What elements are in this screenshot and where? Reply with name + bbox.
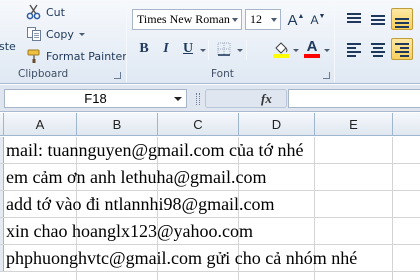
spreadsheet-grid: A B C D E mail: tuannguyen@gmail.com của… (0, 113, 420, 280)
format-painter-button[interactable]: Format Painter (26, 47, 127, 65)
bold-button[interactable]: B (133, 38, 155, 60)
column-header-b[interactable]: B (77, 113, 158, 136)
format-painter-label: Format Painter (46, 49, 127, 63)
bold-icon: B (139, 41, 149, 56)
font-name-combo[interactable]: Times New Roman (132, 9, 242, 30)
borders-button[interactable] (213, 38, 235, 60)
name-box-resize-handle[interactable] (196, 93, 200, 105)
table-row: em cảm ơn anh lethuha@gmail.com (0, 164, 420, 191)
align-left-button[interactable] (343, 38, 365, 60)
align-bottom-button[interactable] (391, 8, 413, 30)
italic-button[interactable]: I (155, 38, 177, 60)
insert-function-button[interactable]: fx (261, 91, 272, 107)
table-row: add tớ vào đi ntlannhi98@gmail.com (0, 191, 420, 218)
font-color-dropdown-icon[interactable] (324, 49, 330, 52)
align-top-button[interactable] (343, 8, 365, 30)
table-row: xin chao hoanglx123@yahoo.com (0, 218, 420, 245)
italic-icon: I (163, 41, 169, 56)
shrink-font-button[interactable]: A ▼ (307, 9, 329, 31)
formula-bar-controls (205, 89, 287, 108)
row-header[interactable] (0, 137, 4, 163)
clipboard-launcher-icon[interactable] (114, 72, 121, 79)
align-middle-button[interactable] (367, 8, 389, 30)
font-name-dropdown-icon (232, 18, 238, 22)
grow-font-icon: A (287, 11, 298, 29)
formula-input[interactable] (288, 89, 420, 108)
font-size-dropdown-icon (271, 18, 277, 22)
borders-dropdown-icon[interactable] (237, 49, 243, 52)
name-box[interactable]: F18 (4, 89, 187, 108)
underline-button[interactable]: U (177, 38, 199, 60)
column-header-d[interactable]: D (239, 113, 315, 136)
font-separator (246, 40, 247, 60)
font-color-button[interactable]: A (301, 37, 323, 59)
ribbon: ste Cut Copy Format Painter Clipboard Ti… (0, 0, 420, 84)
table-row: mail: tuannguyen@gmail.com của tớ nhé (0, 137, 420, 164)
borders-icon (217, 42, 231, 56)
paint-bucket-icon (273, 42, 289, 58)
font-size-value: 12 (250, 12, 262, 26)
align-right-button[interactable] (391, 38, 413, 60)
paintbrush-icon (27, 49, 40, 63)
font-name-value: Times New Roman (137, 12, 230, 26)
paste-label: ste (0, 40, 16, 53)
table-row: phphuonghvtc@gmail.com gửi cho cả nhóm n… (0, 245, 420, 272)
font-size-combo[interactable]: 12 (245, 9, 281, 30)
row-header[interactable] (0, 191, 4, 217)
cell-a-text[interactable]: xin chao hoanglx123@yahoo.com (6, 221, 253, 242)
copy-dropdown-icon[interactable] (78, 32, 85, 36)
column-header-a[interactable]: A (4, 113, 77, 136)
font-color-swatch (304, 53, 320, 58)
font-launcher-icon[interactable] (323, 72, 330, 79)
shrink-font-icon: A (310, 13, 319, 27)
grow-font-button[interactable]: A ▲ (285, 9, 307, 31)
paste-button[interactable]: ste (0, 0, 20, 64)
cell-a-text[interactable]: em cảm ơn anh lethuha@gmail.com (6, 167, 267, 188)
name-box-value: F18 (84, 91, 107, 106)
column-header-c[interactable]: C (158, 113, 239, 136)
copy-button[interactable]: Copy (26, 25, 85, 43)
row-header[interactable] (0, 218, 4, 244)
cut-label: Cut (46, 5, 65, 19)
align-center-button[interactable] (367, 38, 389, 60)
underline-dropdown-icon[interactable] (200, 49, 206, 52)
cell-a-text[interactable]: add tớ vào đi ntlannhi98@gmail.com (6, 194, 275, 215)
group-separator (126, 4, 127, 82)
copy-label: Copy (46, 27, 74, 41)
font-group-label: Font (211, 68, 234, 80)
underline-icon: U (182, 41, 194, 56)
scissors-icon (26, 4, 41, 20)
cell-a-text[interactable]: mail: tuannguyen@gmail.com của tớ nhé (6, 140, 304, 161)
clipboard-group-label: Clipboard (18, 68, 69, 80)
group-separator (334, 4, 335, 82)
formula-bar: F18 fx (0, 85, 420, 112)
row-header[interactable] (0, 245, 4, 271)
row-header[interactable] (0, 164, 4, 190)
name-box-dropdown-icon (174, 97, 182, 101)
copy-icon (27, 27, 41, 41)
font-color-icon: A (306, 37, 318, 55)
fill-color-dropdown-icon[interactable] (293, 49, 299, 52)
column-header-row: A B C D E (0, 113, 420, 136)
font-separator (208, 40, 209, 60)
cut-button[interactable]: Cut (26, 3, 65, 21)
column-header-e[interactable]: E (315, 113, 393, 136)
fill-color-button[interactable] (270, 38, 292, 60)
cell-a-text[interactable]: phphuonghvtc@gmail.com gửi cho cả nhóm n… (6, 248, 357, 269)
